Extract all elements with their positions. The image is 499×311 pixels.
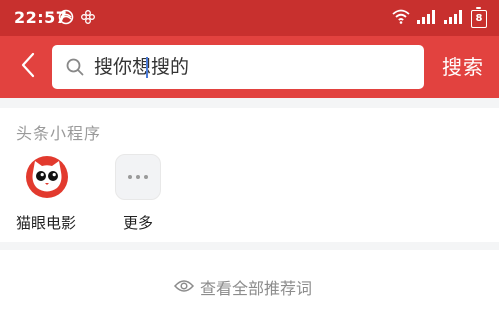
- view-all-recommend-button[interactable]: 查看全部推荐词: [173, 275, 313, 299]
- search-header: 搜索: [0, 36, 499, 98]
- eye-icon: [173, 278, 195, 297]
- search-input[interactable]: [94, 51, 414, 83]
- signal-icon: [444, 9, 464, 28]
- flower-icon: [80, 9, 96, 29]
- cat-eye-icon: [24, 154, 70, 200]
- more-icon: [115, 154, 161, 200]
- wifi-icon: [392, 9, 410, 28]
- status-icons-right: 8: [392, 6, 487, 28]
- mini-program-more[interactable]: 更多: [115, 154, 195, 234]
- mini-programs-section: 头条小程序 猫眼电影 更多: [0, 108, 499, 242]
- mini-program-maoyan[interactable]: 猫眼电影: [16, 154, 104, 234]
- section-title: 头条小程序: [16, 124, 102, 143]
- recommend-label: 查看全部推荐词: [200, 279, 313, 298]
- status-icons-left: [58, 9, 96, 29]
- recommend-section: 查看全部推荐词: [0, 250, 499, 311]
- status-bar: 22:57 8: [0, 0, 499, 36]
- mini-program-label: 猫眼电影: [16, 214, 77, 232]
- sync-icon: [58, 9, 74, 29]
- text-caret: [146, 57, 148, 78]
- signal-icon: [417, 9, 437, 28]
- search-button[interactable]: 搜索: [442, 51, 484, 80]
- chevron-left-icon: [21, 52, 35, 82]
- back-button[interactable]: [12, 48, 44, 86]
- mini-program-label: 更多: [123, 214, 154, 232]
- battery-level: 8: [475, 12, 483, 24]
- search-box[interactable]: [52, 45, 424, 89]
- battery-icon: 8: [471, 6, 487, 28]
- search-icon: [66, 58, 84, 80]
